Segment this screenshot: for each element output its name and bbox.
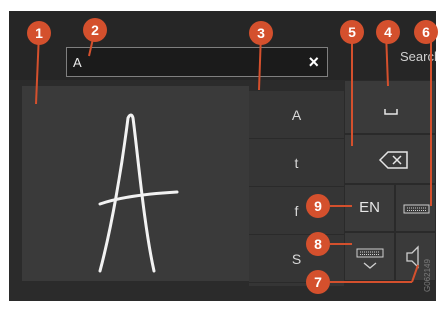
callout-2: 2 (83, 18, 107, 42)
callout-leaders (35, 29, 432, 283)
callout-7: 7 (306, 270, 330, 294)
callout-9: 9 (306, 194, 330, 218)
callout-4: 4 (376, 20, 400, 44)
callout-3: 3 (249, 21, 273, 45)
image-code: G062149 (423, 259, 432, 292)
callout-1: 1 (27, 21, 51, 45)
callout-8: 8 (306, 232, 330, 256)
callout-6: 6 (414, 20, 438, 44)
callout-5: 5 (340, 20, 364, 44)
